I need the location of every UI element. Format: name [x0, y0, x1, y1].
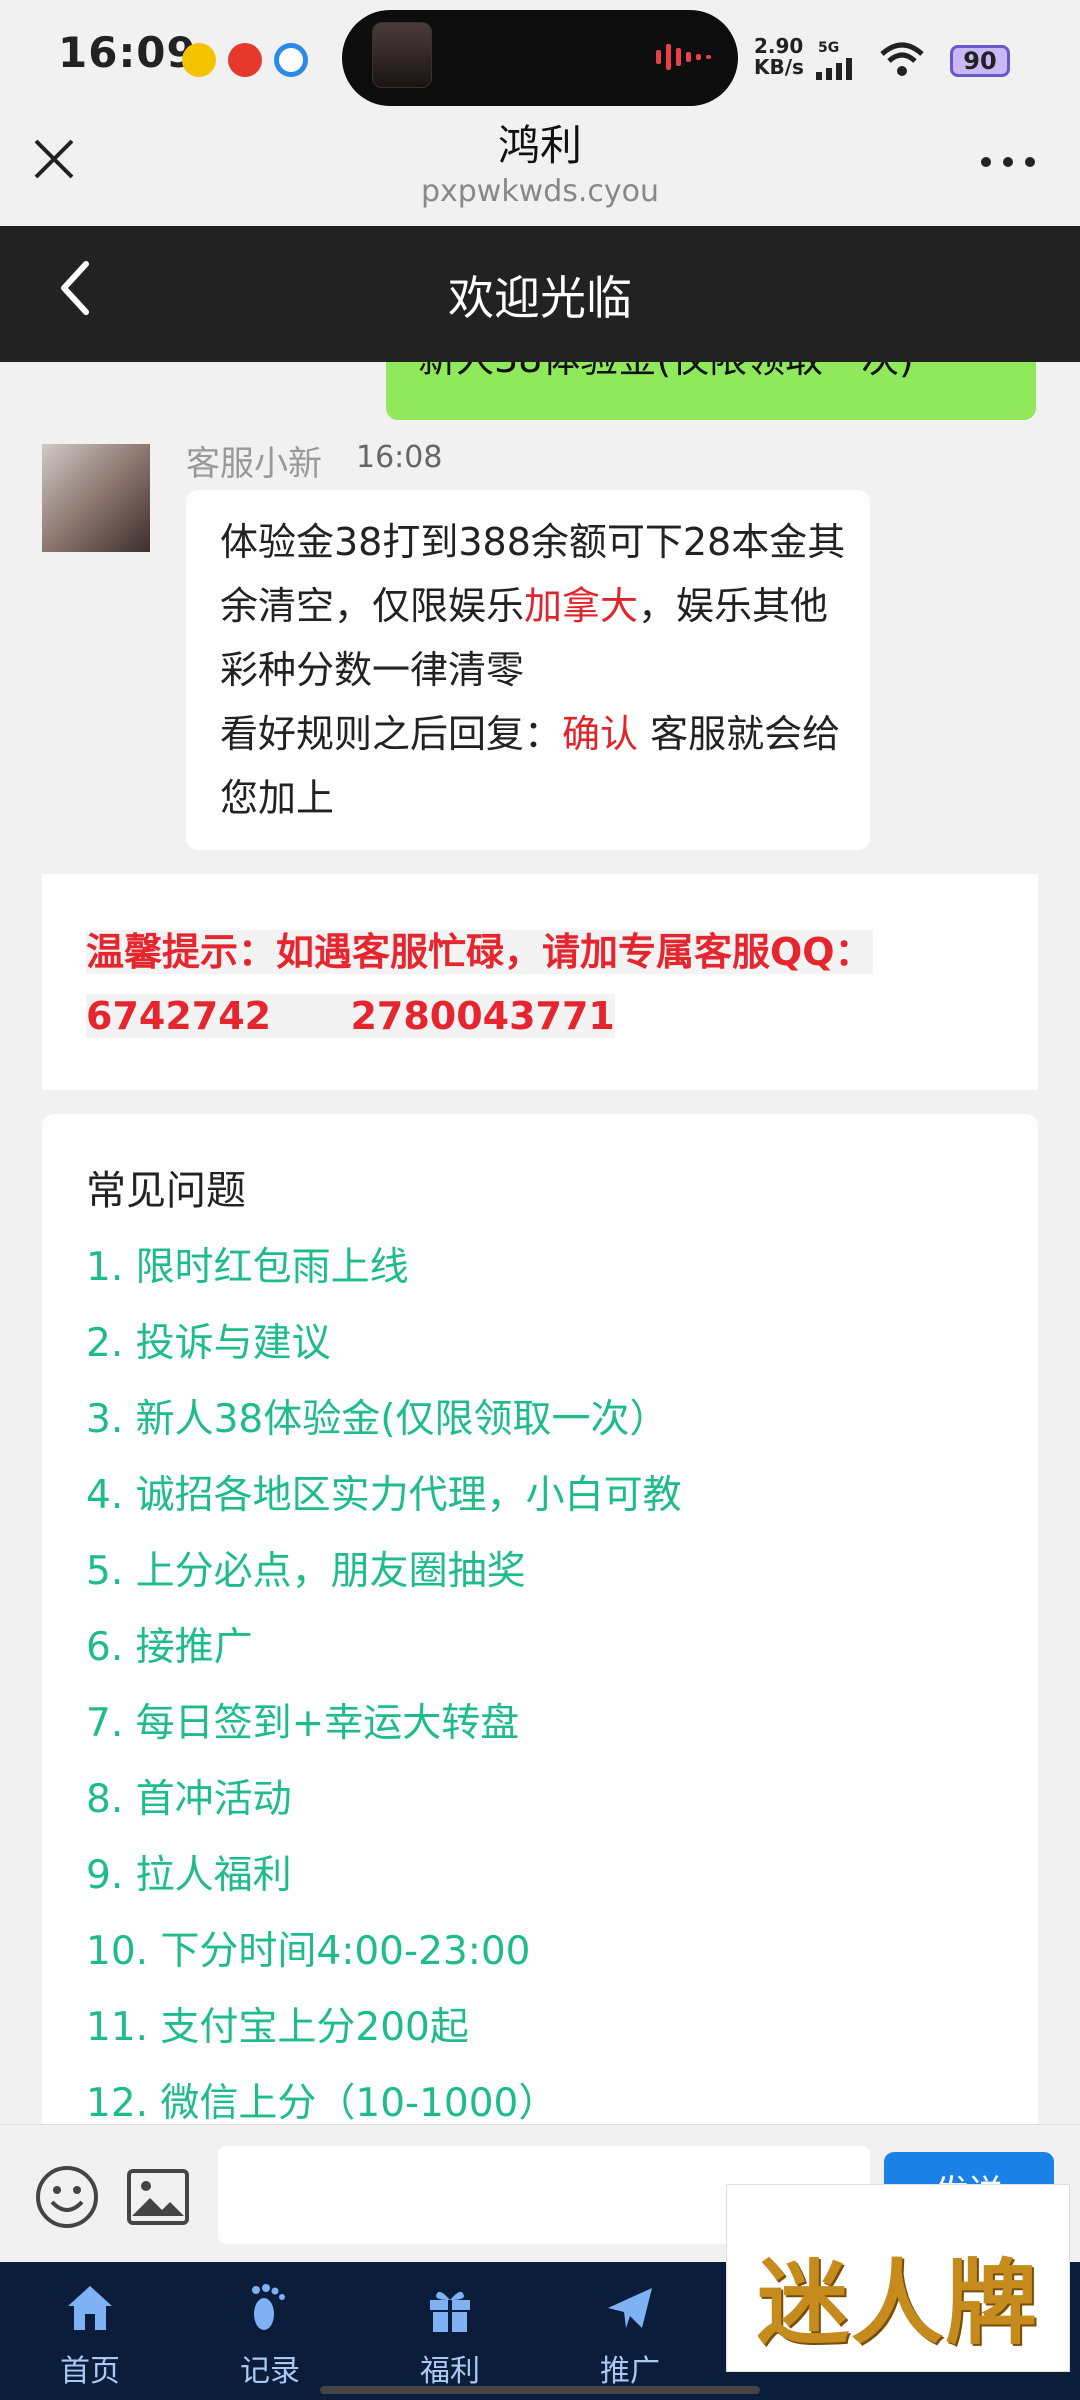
more-options-icon[interactable] [980, 156, 1036, 168]
app-notification-icon [274, 43, 308, 77]
tab-label: 福利 [420, 2354, 480, 2389]
signal-icon [816, 58, 852, 80]
received-message-text: 体验金38打到388余额可下28本金其余清空，仅限娱乐加拿大，娱乐其他彩种分数一… [220, 520, 846, 820]
home-indicator[interactable] [320, 2386, 760, 2394]
emoji-icon[interactable] [34, 2164, 100, 2230]
tab-label: 首页 [60, 2354, 120, 2389]
wifi-icon [880, 42, 924, 76]
tab-promote[interactable]: 推广 [570, 2262, 690, 2400]
paper-plane-icon [608, 2288, 652, 2328]
faq-item[interactable]: 1. 限时红包雨上线 [86, 1236, 409, 1292]
network-speed: 2.90 KB/s [754, 34, 804, 79]
faq-item[interactable]: 11. 支付宝上分200起 [86, 1996, 469, 2052]
highlight-text: 加拿大 [524, 584, 639, 628]
faq-item[interactable]: 8. 首冲活动 [86, 1768, 292, 1824]
footprint-icon [252, 2284, 285, 2330]
sender-name: 客服小新 [186, 444, 322, 484]
faq-item[interactable]: 5. 上分必点，朋友圈抽奖 [86, 1540, 526, 1596]
watermark: 迷人牌 [726, 2184, 1070, 2372]
page-title: 鸿利 [497, 121, 582, 170]
faq-item[interactable]: 7. 每日签到+幸运大转盘 [86, 1692, 519, 1748]
highlight-text: 确认 [562, 712, 639, 756]
message-time: 16:08 [356, 440, 443, 475]
app-notification-icon [228, 43, 262, 77]
faq-title: 常见问题 [86, 1168, 246, 1214]
received-message-bubble[interactable]: 体验金38打到388余额可下28本金其余清空，仅限娱乐加拿大，娱乐其他彩种分数一… [186, 490, 870, 850]
image-icon[interactable] [126, 2168, 190, 2226]
faq-item[interactable]: 6. 接推广 [86, 1616, 253, 1672]
tab-label: 记录 [240, 2354, 300, 2389]
tab-label: 推广 [600, 2354, 660, 2389]
faq-item[interactable]: 4. 诚招各地区实力代理，小白可教 [86, 1464, 682, 1520]
faq-card: 常见问题 1. 限时红包雨上线 2. 投诉与建议 3. 新人38体验金(仅限领取… [42, 1114, 1038, 2126]
faq-item[interactable]: 2. 投诉与建议 [86, 1312, 331, 1368]
notice-text: 温馨提示：如遇客服忙碌，请加专属客服QQ： 6742742 2780043771 [86, 930, 873, 1038]
app-notification-icon [182, 43, 216, 77]
notice-card: 温馨提示：如遇客服忙碌，请加专属客服QQ： 6742742 2780043771 [42, 874, 1038, 1090]
tab-home[interactable]: 首页 [30, 2262, 150, 2400]
battery-indicator: 90 [950, 45, 1010, 77]
audio-wave-icon [656, 44, 711, 70]
home-icon [68, 2286, 112, 2330]
media-thumbnail [372, 22, 432, 88]
gift-icon [430, 2291, 470, 2332]
tab-welfare[interactable]: 福利 [390, 2262, 510, 2400]
avatar[interactable] [42, 444, 150, 552]
chat-header-title: 欢迎光临 [448, 271, 632, 325]
faq-item[interactable]: 9. 拉人福利 [86, 1844, 292, 1900]
network-type: 5G [818, 40, 840, 56]
faq-item[interactable]: 3. 新人38体验金(仅限领取一次） [86, 1388, 668, 1444]
faq-item[interactable]: 12. 微信上分（10-1000） [86, 2072, 557, 2128]
watermark-text: 迷人牌 [756, 2249, 1039, 2357]
faq-item[interactable]: 10. 下分时间4:00-23:00 [86, 1920, 530, 1976]
status-time: 16:09 [58, 28, 197, 77]
page-url: pxpwkwds.cyou [420, 174, 660, 209]
tab-records[interactable]: 记录 [210, 2262, 330, 2400]
